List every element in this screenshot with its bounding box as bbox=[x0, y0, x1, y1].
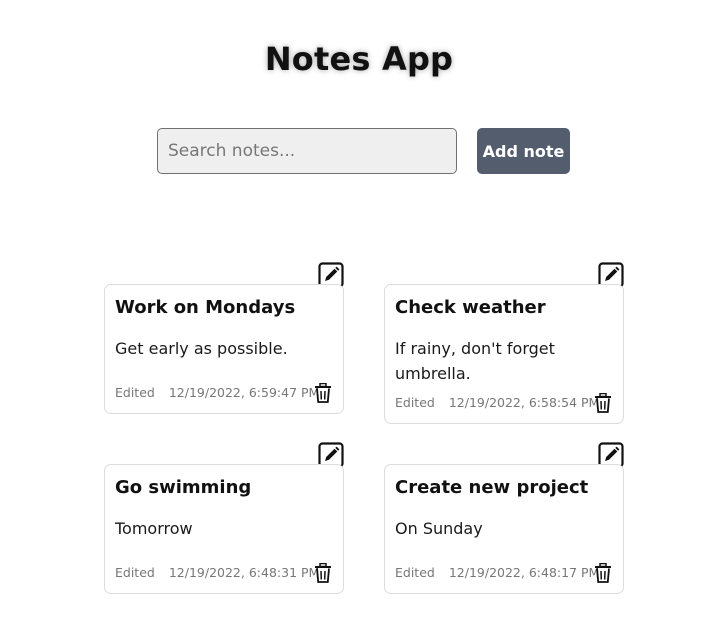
edited-label: Edited bbox=[115, 385, 155, 400]
edited-timestamp: 12/19/2022, 6:48:31 PM bbox=[168, 565, 320, 580]
note-meta: Edited 12/19/2022, 6:59:47 PM bbox=[115, 385, 319, 400]
trash-icon[interactable] bbox=[594, 393, 612, 413]
page-title: Notes App bbox=[264, 40, 454, 78]
note-meta: Edited 12/19/2022, 6:58:54 PM bbox=[395, 395, 599, 410]
note-card: Check weather If rainy, don't forget umb… bbox=[384, 284, 624, 424]
note-body: Get early as possible. bbox=[115, 339, 288, 358]
add-note-button[interactable]: Add note bbox=[477, 128, 570, 174]
note-meta: Edited 12/19/2022, 6:48:17 PM bbox=[395, 565, 599, 580]
note-body: If rainy, don't forget umbrella. bbox=[395, 339, 555, 383]
note-meta: Edited 12/19/2022, 6:48:31 PM bbox=[115, 565, 319, 580]
edited-label: Edited bbox=[395, 395, 435, 410]
note-title: Work on Mondays bbox=[115, 297, 296, 318]
trash-icon[interactable] bbox=[594, 563, 612, 583]
note-body: On Sunday bbox=[395, 519, 483, 538]
note-card: Create new project On Sunday Edited 12/19… bbox=[384, 464, 624, 594]
note-card: Go swimming Tomorrow Edited 12/19/2022, 6… bbox=[104, 464, 344, 594]
edited-timestamp: 12/19/2022, 6:59:47 PM bbox=[168, 385, 320, 400]
trash-icon[interactable] bbox=[314, 383, 332, 403]
edited-label: Edited bbox=[395, 565, 435, 580]
note-title: Create new project bbox=[395, 477, 589, 498]
edited-timestamp: 12/19/2022, 6:58:54 PM bbox=[448, 395, 600, 410]
trash-icon[interactable] bbox=[314, 563, 332, 583]
search-input[interactable] bbox=[157, 128, 457, 174]
note-title: Check weather bbox=[395, 297, 546, 318]
edited-label: Edited bbox=[115, 565, 155, 580]
note-card: Work on Mondays Get early as possible. E… bbox=[104, 284, 344, 414]
note-title: Go swimming bbox=[115, 477, 252, 498]
edited-timestamp: 12/19/2022, 6:48:17 PM bbox=[448, 565, 600, 580]
note-body: Tomorrow bbox=[115, 519, 193, 538]
